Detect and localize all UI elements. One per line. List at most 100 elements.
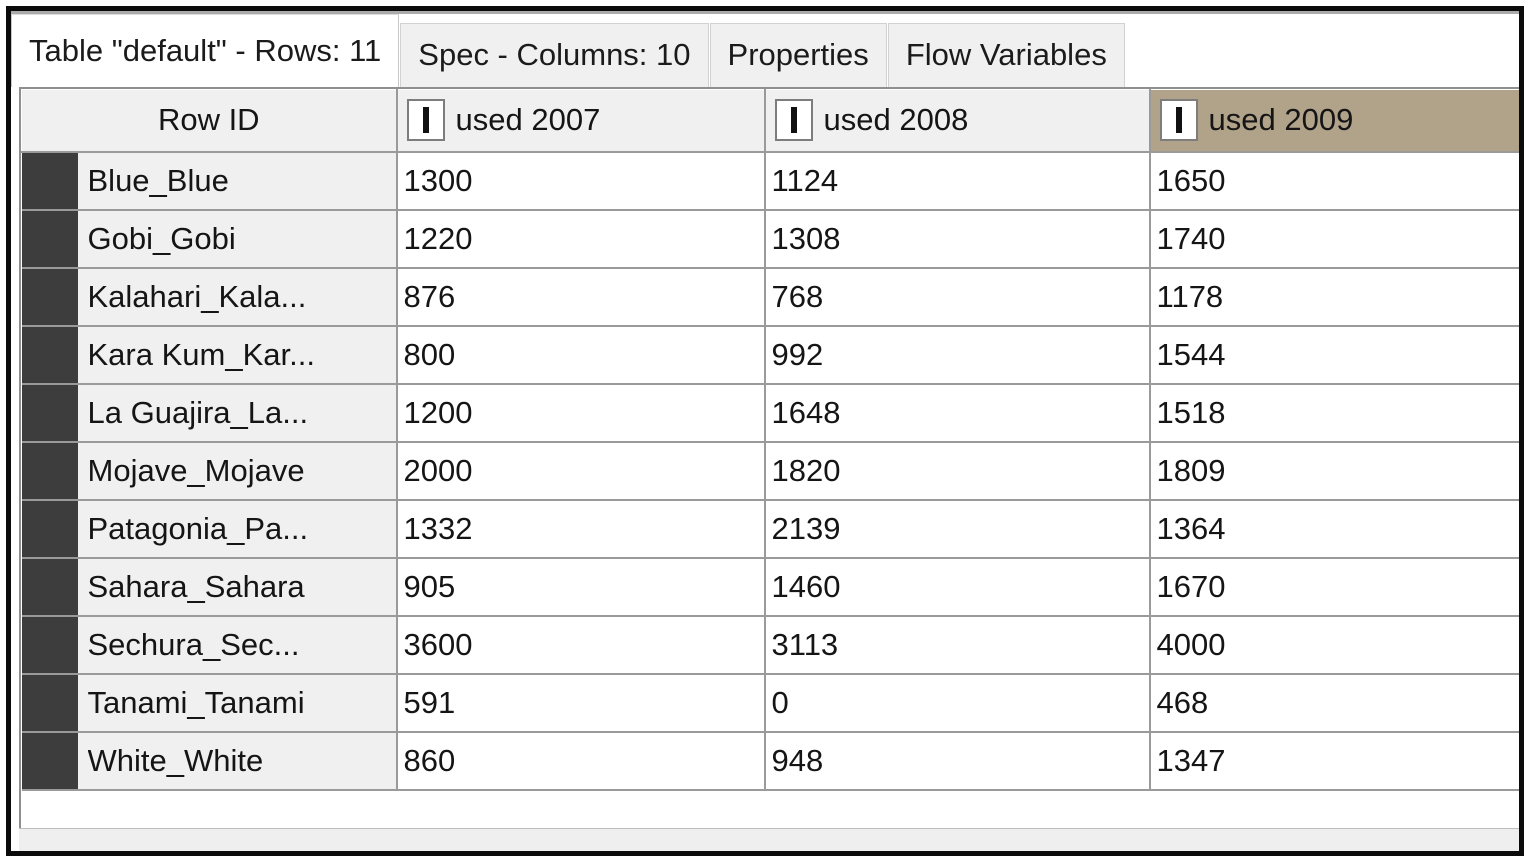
cell-used-2007[interactable]: 800 [396,325,766,385]
cell-used-2008[interactable]: 992 [764,325,1151,385]
tab-label: Flow Variables [905,37,1107,72]
row-color-swatch [21,500,78,556]
cell-text: 3600 [403,626,473,662]
cell-used-2007[interactable]: 1220 [396,209,766,269]
cell-used-2008[interactable]: 768 [764,267,1151,327]
tab-bar: Table "default" - Rows: 11 Spec - Column… [11,14,1519,87]
cell-rowid[interactable]: Tanami_Tanami [77,673,398,733]
cell-rowid[interactable]: Mojave_Mojave [77,441,398,501]
cell-used-2009[interactable]: 1650 [1149,151,1519,211]
cell-rowid[interactable]: Blue_Blue [77,151,398,211]
cell-text: 1347 [1156,742,1226,778]
row-color-swatch-cell [21,441,78,501]
cell-rowid[interactable]: Kara Kum_Kar... [77,325,398,385]
column-header-label: used 2007 [455,102,601,138]
cell-used-2008[interactable]: 0 [764,673,1151,733]
row-color-swatch-cell [21,383,78,443]
cell-text: 1740 [1156,220,1226,256]
cell-used-2008[interactable]: 948 [764,731,1151,791]
cell-used-2009[interactable]: 1670 [1149,557,1519,617]
cell-text: 768 [771,278,824,314]
cell-used-2009[interactable]: 1740 [1149,209,1519,269]
row-color-swatch-cell [21,615,78,675]
cell-used-2007[interactable]: 876 [396,267,766,327]
cell-text: Gobi_Gobi [87,220,236,256]
cell-rowid[interactable]: Patagonia_Pa... [77,499,398,559]
table-row[interactable]: Patagonia_Pa... 1332 2139 1364 [21,499,1519,559]
cell-used-2009[interactable]: 468 [1149,673,1519,733]
cell-text: Patagonia_Pa... [87,510,309,546]
table-header: Row ID used 2007 used 2008 used 2009 [21,89,1519,153]
row-color-swatch [21,210,78,266]
cell-text: 905 [403,568,456,604]
tab-flow-variables[interactable]: Flow Variables [887,23,1125,87]
cell-used-2008[interactable]: 1460 [764,557,1151,617]
cell-used-2009[interactable]: 1347 [1149,731,1519,791]
cell-used-2008[interactable]: 2139 [764,499,1151,559]
cell-text: 1308 [771,220,841,256]
table-row[interactable]: White_White 860 948 1347 [21,731,1519,791]
row-color-swatch-cell [21,673,78,733]
column-header-used-2008[interactable]: used 2008 [764,89,1151,153]
cell-rowid[interactable]: White_White [77,731,398,791]
tab-label: Properties [727,37,869,72]
column-header-rowid[interactable]: Row ID [21,89,398,153]
cell-text: 591 [403,684,456,720]
cell-used-2007[interactable]: 1200 [396,383,766,443]
tab-label: Spec - Columns: 10 [418,37,691,72]
cell-used-2007[interactable]: 905 [396,557,766,617]
row-color-swatch [21,268,78,324]
tab-properties[interactable]: Properties [709,23,887,87]
cell-used-2008[interactable]: 1648 [764,383,1151,443]
cell-rowid[interactable]: Sechura_Sec... [77,615,398,675]
cell-text: 2139 [771,510,841,546]
data-table-container[interactable]: Row ID used 2007 used 2008 used 2009 Blu… [19,87,1519,851]
row-color-swatch [21,558,78,614]
cell-used-2007[interactable]: 1332 [396,499,766,559]
cell-used-2007[interactable]: 1300 [396,151,766,211]
cell-used-2007[interactable]: 3600 [396,615,766,675]
table-row[interactable]: Kalahari_Kala... 876 768 1178 [21,267,1519,327]
cell-rowid[interactable]: Kalahari_Kala... [77,267,398,327]
table-row[interactable]: Mojave_Mojave 2000 1820 1809 [21,441,1519,501]
cell-text: Sechura_Sec... [87,626,300,662]
column-header-used-2009[interactable]: used 2009 [1149,89,1519,153]
cell-rowid[interactable]: Gobi_Gobi [77,209,398,269]
cell-text: 0 [771,684,789,720]
table-row[interactable]: Sahara_Sahara 905 1460 1670 [21,557,1519,617]
row-color-swatch-cell [21,499,78,559]
column-header-used-2007[interactable]: used 2007 [396,89,766,153]
cell-used-2007[interactable]: 2000 [396,441,766,501]
table-row[interactable]: Kara Kum_Kar... 800 992 1544 [21,325,1519,385]
table-row[interactable]: Sechura_Sec... 3600 3113 4000 [21,615,1519,675]
table-row[interactable]: Tanami_Tanami 591 0 468 [21,673,1519,733]
table-row[interactable]: Gobi_Gobi 1220 1308 1740 [21,209,1519,269]
row-color-swatch [21,152,78,208]
cell-used-2007[interactable]: 591 [396,673,766,733]
cell-used-2007[interactable]: 860 [396,731,766,791]
cell-used-2008[interactable]: 1308 [764,209,1151,269]
cell-rowid[interactable]: La Guajira_La... [77,383,398,443]
integer-type-icon [1159,99,1198,142]
cell-text: 876 [403,278,456,314]
cell-used-2008[interactable]: 1820 [764,441,1151,501]
tab-table-default[interactable]: Table "default" - Rows: 11 [11,14,400,87]
cell-used-2009[interactable]: 1518 [1149,383,1519,443]
cell-used-2008[interactable]: 1124 [764,151,1151,211]
row-color-swatch [21,442,78,498]
cell-used-2009[interactable]: 1364 [1149,499,1519,559]
cell-used-2008[interactable]: 3113 [764,615,1151,675]
cell-rowid[interactable]: Sahara_Sahara [77,557,398,617]
cell-used-2009[interactable]: 1544 [1149,325,1519,385]
row-color-swatch-cell [21,731,78,791]
table-row[interactable]: La Guajira_La... 1200 1648 1518 [21,383,1519,443]
cell-used-2009[interactable]: 4000 [1149,615,1519,675]
cell-used-2009[interactable]: 1809 [1149,441,1519,501]
cell-text: 1332 [403,510,473,546]
tab-spec-columns[interactable]: Spec - Columns: 10 [400,23,709,87]
cell-text: Tanami_Tanami [87,684,305,720]
table-row[interactable]: Blue_Blue 1300 1124 1650 [21,151,1519,211]
cell-used-2009[interactable]: 1178 [1149,267,1519,327]
cell-text: 2000 [403,452,473,488]
cell-text: 1650 [1156,162,1226,198]
